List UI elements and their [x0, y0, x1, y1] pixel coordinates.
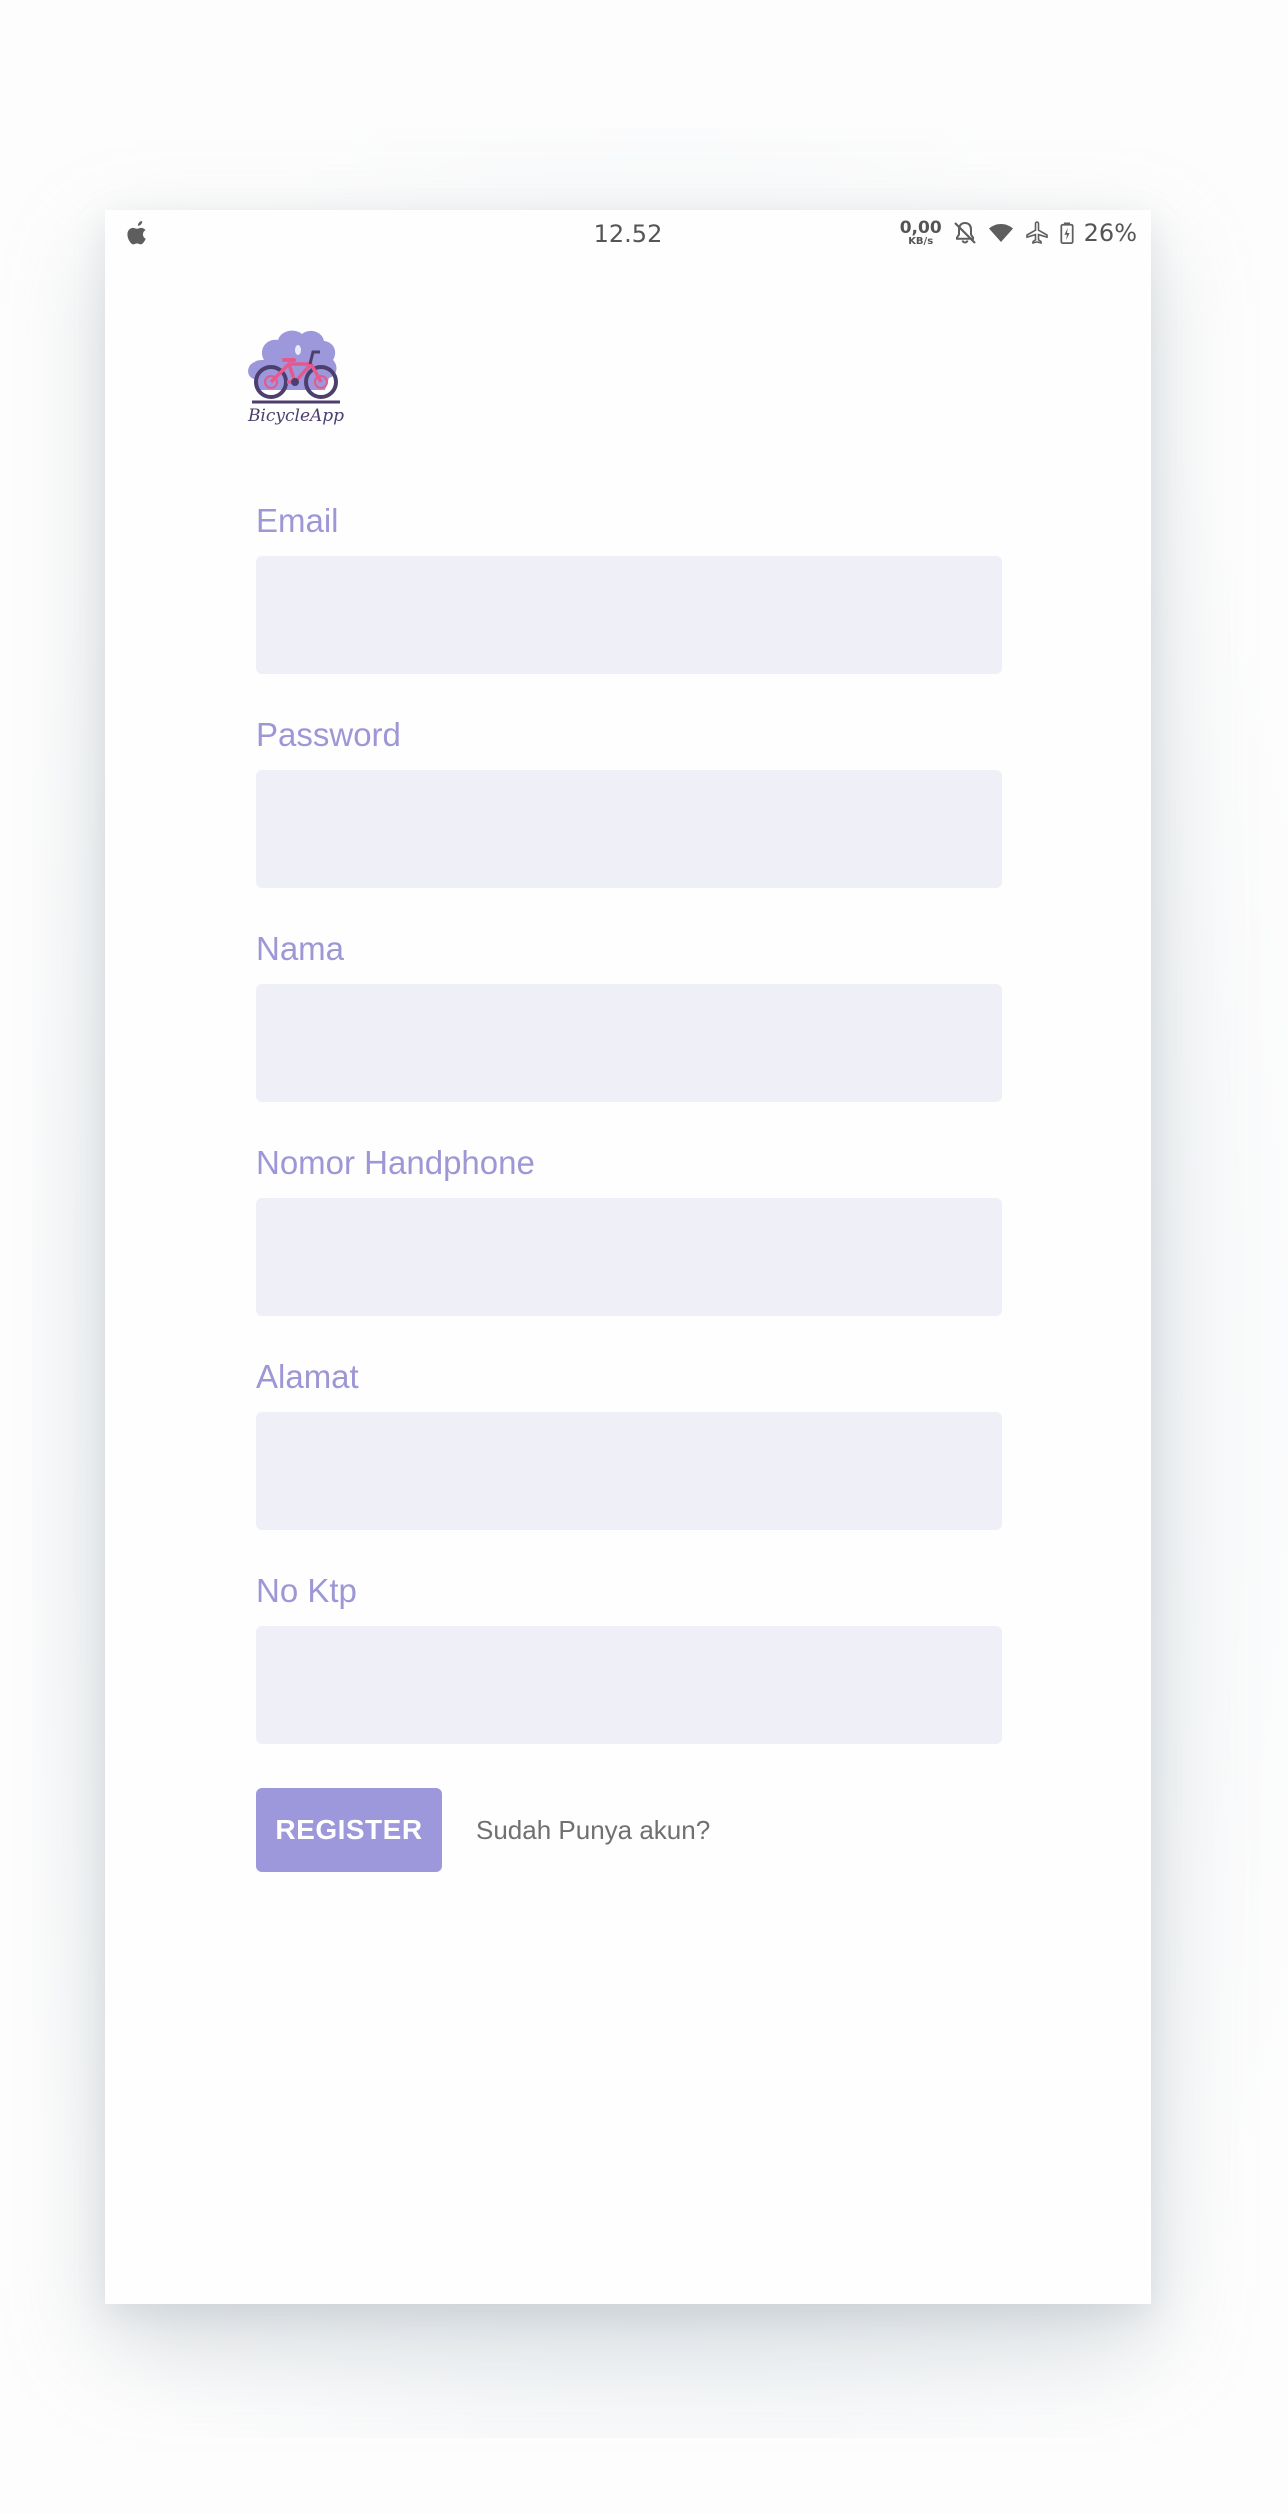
register-button[interactable]: REGISTER: [256, 1788, 442, 1872]
network-speed-unit: KB/s: [908, 235, 934, 247]
wifi-icon: [988, 224, 1013, 242]
email-label: Email: [256, 502, 339, 539]
form-actions: REGISTER Sudah Punya akun?: [256, 1788, 1002, 1872]
name-label: Nama: [256, 930, 345, 967]
password-input[interactable]: [256, 770, 1002, 888]
battery-charging-icon: [1060, 222, 1074, 244]
phone-label: Nomor Handphone: [256, 1144, 535, 1181]
network-speed-value: 0,00: [899, 217, 942, 238]
bell-off-icon: [953, 221, 976, 244]
status-icons: 0,00 KB/s 26%: [900, 216, 1137, 250]
ktp-input[interactable]: [256, 1626, 1002, 1744]
phone-screen: 12.52 0,00 KB/s 26% BicycleApp Email Pas…: [105, 210, 1151, 2304]
name-field-group: Nama: [256, 930, 1002, 1144]
email-field-group: Email: [256, 502, 1002, 716]
app-logo: BicycleApp: [238, 320, 354, 430]
network-speed: 0,00 KB/s: [899, 217, 942, 247]
address-input[interactable]: [256, 1412, 1002, 1530]
address-label: Alamat: [256, 1358, 359, 1395]
password-label: Password: [256, 716, 401, 753]
address-field-group: Alamat: [256, 1358, 1002, 1572]
email-input[interactable]: [256, 556, 1002, 674]
battery-percent: 26%: [1083, 219, 1137, 247]
logo-text: BicycleApp: [247, 406, 345, 426]
airplane-icon: [1025, 221, 1048, 245]
login-link[interactable]: Sudah Punya akun?: [476, 1815, 710, 1846]
name-input[interactable]: [256, 984, 1002, 1102]
password-field-group: Password: [256, 716, 1002, 930]
status-bar: 12.52 0,00 KB/s 26%: [105, 210, 1151, 256]
ktp-label: No Ktp: [256, 1572, 357, 1609]
bicycle-icon: [248, 330, 340, 404]
phone-field-group: Nomor Handphone: [256, 1144, 1002, 1358]
phone-input[interactable]: [256, 1198, 1002, 1316]
register-form: Email Password Nama Nomor Handphone Alam…: [256, 502, 1002, 1786]
ktp-field-group: No Ktp: [256, 1572, 1002, 1786]
